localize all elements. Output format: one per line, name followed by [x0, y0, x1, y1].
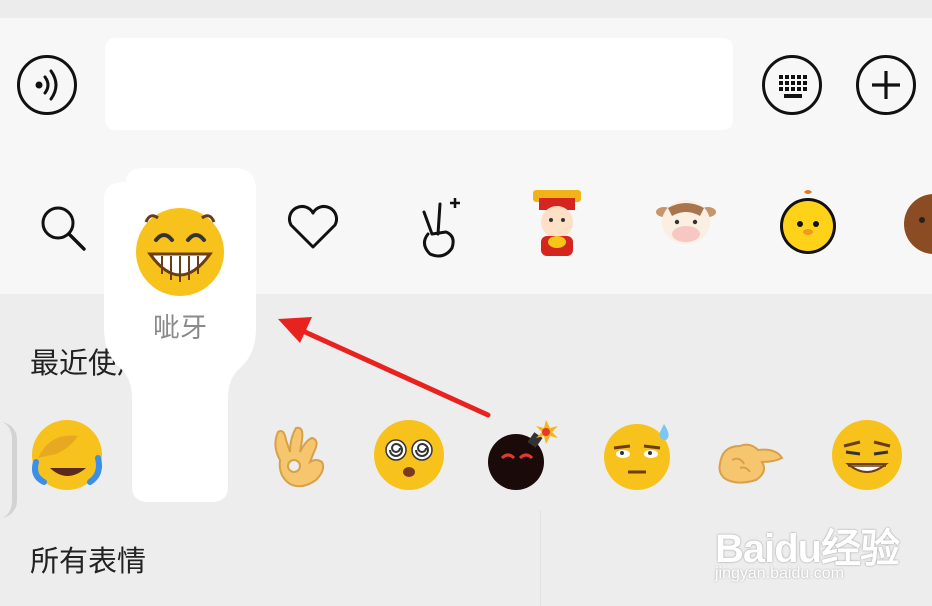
- smirk-grin-emoji[interactable]: [830, 418, 904, 492]
- message-input[interactable]: [105, 38, 733, 130]
- god-of-wealth-icon[interactable]: [525, 186, 589, 258]
- chat-input-bar: [0, 18, 932, 148]
- keyboard-icon: [779, 75, 807, 98]
- emoji-preview-popup: 呲牙: [104, 168, 256, 502]
- grin-emoji: [136, 208, 224, 296]
- yellow-chick-icon[interactable]: [776, 188, 840, 256]
- keyboard-button[interactable]: [762, 55, 822, 115]
- search-icon[interactable]: [38, 203, 90, 255]
- cow-face-icon[interactable]: [652, 194, 720, 250]
- panel-divider: [540, 510, 541, 606]
- ok-hand-emoji[interactable]: [260, 418, 334, 492]
- watermark-url: jingyan.baidu.com: [715, 565, 844, 582]
- victory-hand-icon[interactable]: [410, 190, 466, 262]
- brown-bear-icon[interactable]: [900, 188, 932, 256]
- scroll-edge: [0, 422, 17, 518]
- sweat-eye-roll-emoji[interactable]: [600, 418, 674, 492]
- plus-icon: [872, 71, 900, 99]
- voice-button[interactable]: [17, 55, 77, 115]
- baidu-watermark: Baidu经验 jingyan.baidu.com: [715, 508, 915, 588]
- heart-icon[interactable]: [285, 203, 341, 251]
- preview-label: 呲牙: [153, 313, 207, 344]
- status-strip: [0, 0, 932, 18]
- all-section-title: 所有表情: [30, 544, 147, 578]
- more-button[interactable]: [856, 55, 916, 115]
- annotation-arrow: [278, 317, 491, 418]
- voice-icon: [35, 69, 58, 101]
- fist-bump-emoji[interactable]: [714, 424, 788, 498]
- bomb-emoji[interactable]: [486, 418, 560, 492]
- dizzy-eyes-emoji[interactable]: [372, 418, 446, 492]
- facepalm-laugh-emoji[interactable]: [30, 418, 104, 492]
